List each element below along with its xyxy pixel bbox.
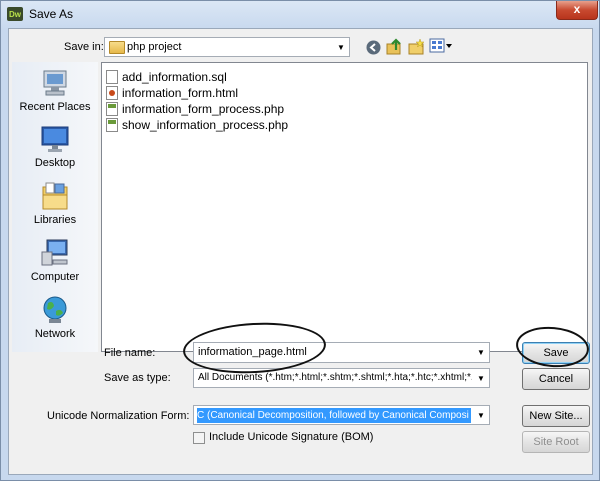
back-icon[interactable] <box>364 38 382 56</box>
html-file-icon <box>106 86 118 100</box>
title-bar[interactable]: Dw Save As x <box>1 1 599 27</box>
dialog-title: Save As <box>29 7 74 21</box>
chevron-down-icon[interactable]: ▼ <box>473 343 489 362</box>
php-file-icon <box>106 118 118 132</box>
new-folder-icon[interactable] <box>407 37 425 55</box>
list-item[interactable]: add_information.sql <box>106 69 227 85</box>
file-name-label: File name: <box>104 347 156 359</box>
save-button[interactable]: Save <box>522 342 590 364</box>
save-as-dialog: Dw Save As x Save in: php project ▼ Rece… <box>0 0 600 481</box>
place-label: Computer <box>30 271 80 283</box>
place-label: Desktop <box>34 157 76 169</box>
place-libraries[interactable]: Libraries <box>12 181 98 226</box>
libraries-icon <box>39 181 71 211</box>
file-name: information_form_process.php <box>122 102 285 116</box>
save-as-type-value: All Documents (*.htm;*.html;*.shtm;*.sht… <box>198 372 472 383</box>
place-recent-places[interactable]: Recent Places <box>12 68 98 113</box>
list-item[interactable]: information_form.html <box>106 85 238 101</box>
save-in-value: php project <box>127 41 182 53</box>
chevron-down-icon[interactable]: ▼ <box>333 38 349 56</box>
unicode-normalization-label: Unicode Normalization Form: <box>47 410 190 422</box>
site-root-button: Site Root <box>522 431 590 453</box>
dialog-content: Save in: php project ▼ Recent Places Des… <box>8 28 593 475</box>
file-name: add_information.sql <box>122 70 227 84</box>
file-list[interactable]: add_information.sql information_form.htm… <box>101 62 588 352</box>
dreamweaver-logo: Dw <box>7 7 23 21</box>
unicode-normalization-select[interactable]: C (Canonical Decomposition, followed by … <box>193 405 490 425</box>
computer-icon <box>39 238 71 268</box>
sql-file-icon <box>106 70 118 84</box>
place-desktop[interactable]: Desktop <box>12 124 98 169</box>
file-name-value: information_page.html <box>198 346 307 358</box>
up-folder-icon[interactable] <box>385 37 403 55</box>
places-bar: Recent Places Desktop Libraries Computer <box>12 62 98 352</box>
cancel-button[interactable]: Cancel <box>522 368 590 390</box>
place-label: Recent Places <box>19 101 91 113</box>
folder-icon <box>109 41 125 54</box>
close-button[interactable]: x <box>556 1 598 20</box>
bom-checkbox[interactable] <box>193 432 205 444</box>
save-in-label: Save in: <box>64 41 104 53</box>
save-as-type-select[interactable]: All Documents (*.htm;*.html;*.shtm;*.sht… <box>193 368 490 388</box>
unicode-normalization-value: C (Canonical Decomposition, followed by … <box>197 408 471 423</box>
php-file-icon <box>106 102 118 116</box>
recent-places-icon <box>39 68 71 98</box>
new-site-button[interactable]: New Site... <box>522 405 590 427</box>
file-name-field[interactable]: information_page.html ▼ <box>193 342 490 363</box>
desktop-icon <box>39 124 71 154</box>
file-name: information_form.html <box>122 86 239 100</box>
place-computer[interactable]: Computer <box>12 238 98 283</box>
save-as-type-label: Save as type: <box>104 372 171 384</box>
list-item[interactable]: show_information_process.php <box>106 117 288 133</box>
chevron-down-icon[interactable]: ▼ <box>473 406 489 424</box>
place-network[interactable]: Network <box>12 295 98 340</box>
view-menu-icon[interactable] <box>429 37 453 55</box>
file-name: show_information_process.php <box>122 118 289 132</box>
bom-label: Include Unicode Signature (BOM) <box>209 431 374 443</box>
chevron-down-icon[interactable]: ▼ <box>473 369 489 387</box>
place-label: Libraries <box>33 214 77 226</box>
network-icon <box>39 295 71 325</box>
list-item[interactable]: information_form_process.php <box>106 101 284 117</box>
place-label: Network <box>34 328 76 340</box>
save-in-combo[interactable]: php project ▼ <box>104 37 350 57</box>
